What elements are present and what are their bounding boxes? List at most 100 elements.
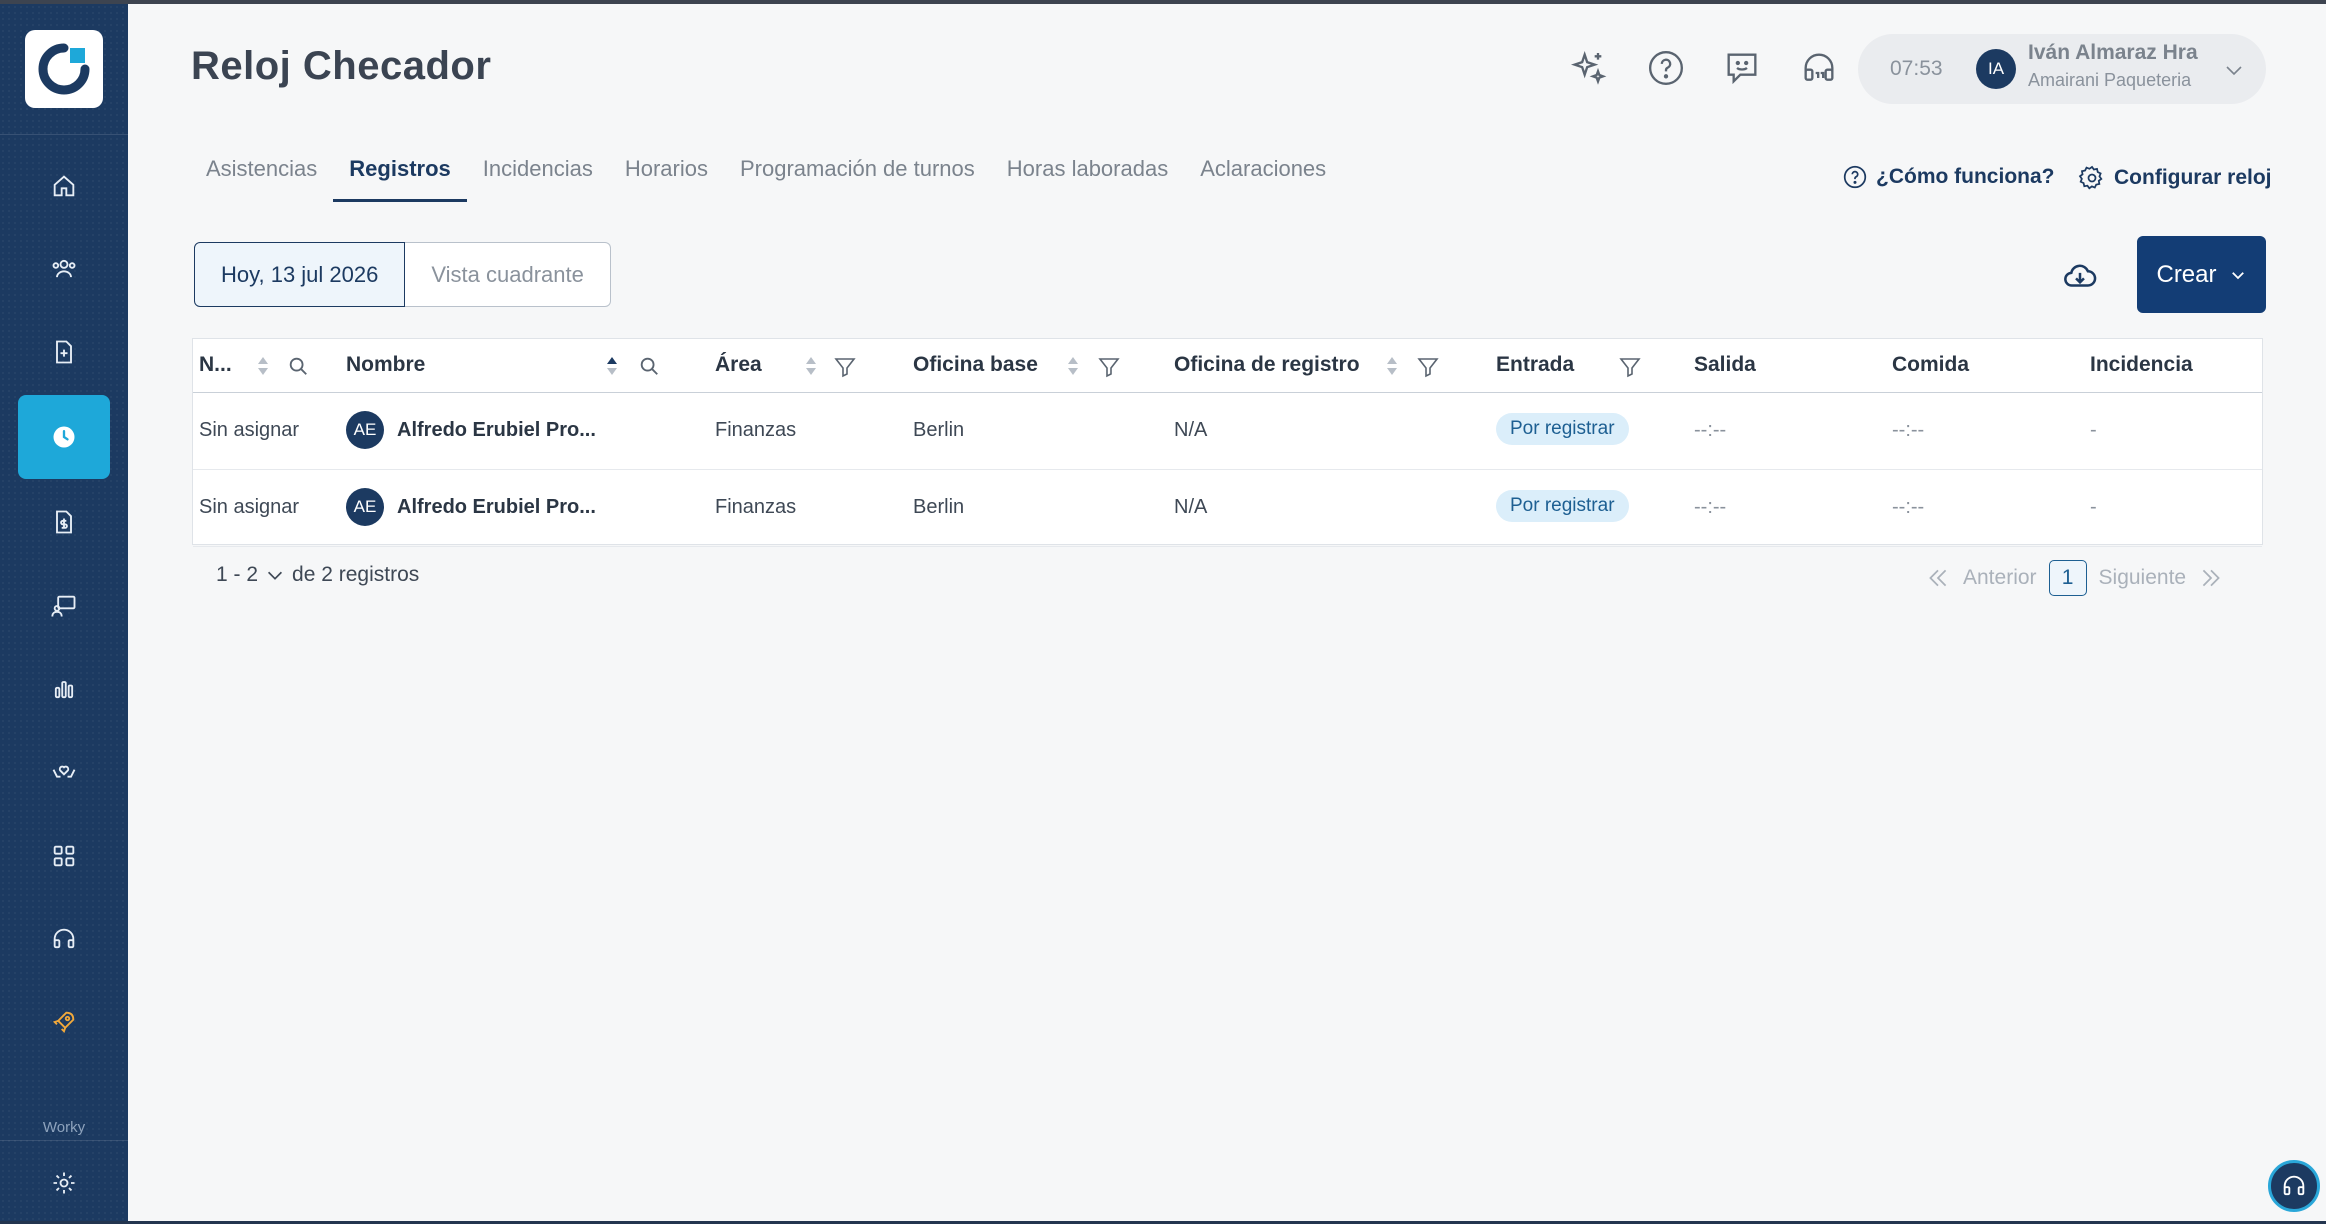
- column-header-meal: Comida: [1892, 353, 1969, 377]
- cell-meal: --:--: [1892, 419, 1925, 441]
- sidebar-item-clock[interactable]: [18, 395, 110, 479]
- chevron-down-icon: [2226, 66, 2242, 76]
- employee-avatar: AE: [346, 411, 384, 449]
- training-icon: [51, 595, 76, 617]
- ai-assistant-button[interactable]: [1564, 44, 1612, 92]
- sidebar-item-benefits[interactable]: [18, 730, 110, 814]
- tab-aclaraciones[interactable]: Aclaraciones: [1184, 152, 1342, 202]
- user-name: Iván Almaraz Hra: [2028, 41, 2198, 64]
- view-toggle: Hoy, 13 jul 2026 Vista cuadrante: [194, 242, 611, 307]
- configure-clock-label: Configurar reloj: [2114, 166, 2272, 189]
- sidebar-item-documents[interactable]: [18, 310, 110, 394]
- column-header-registry-office: Oficina de registro: [1174, 353, 1439, 378]
- support-chat-button[interactable]: [2268, 1160, 2320, 1212]
- cell-name[interactable]: Alfredo Erubiel Pro...: [397, 496, 596, 519]
- page-number-button[interactable]: 1: [2048, 560, 2087, 596]
- window-top-border: [0, 0, 2326, 4]
- column-header-name: Nombre: [346, 353, 658, 377]
- filter-icon[interactable]: [833, 355, 857, 379]
- search-icon[interactable]: [287, 355, 309, 377]
- filter-icon[interactable]: [1618, 355, 1642, 379]
- tab-programacion-turnos[interactable]: Programación de turnos: [724, 152, 991, 202]
- page-title: Reloj Checador: [191, 44, 492, 88]
- sidebar-item-apps[interactable]: [18, 814, 110, 898]
- apps-grid-icon: [53, 845, 75, 867]
- column-label: Oficina base: [913, 353, 1038, 376]
- double-chevron-right-icon[interactable]: [2198, 565, 2224, 591]
- payroll-document-icon: [56, 510, 72, 534]
- chevron-down-icon[interactable]: [264, 564, 286, 586]
- records-table: N... Nombre Área Oficina base Oficina de…: [192, 338, 2263, 547]
- double-chevron-left-icon[interactable]: [1925, 565, 1951, 591]
- table-row[interactable]: Sin asignar AE Alfredo Erubiel Pro... Fi…: [193, 470, 2262, 547]
- home-icon: [53, 175, 75, 197]
- sidebar-item-launch[interactable]: [18, 980, 110, 1064]
- today-date-button[interactable]: Hoy, 13 jul 2026: [194, 242, 406, 307]
- help-button[interactable]: [1642, 44, 1690, 92]
- column-label: Oficina de registro: [1174, 353, 1360, 376]
- download-button[interactable]: [2058, 254, 2102, 298]
- headset-icon: [2283, 1175, 2305, 1196]
- user-company: Amairani Paqueteria: [2028, 70, 2192, 90]
- cell-name[interactable]: Alfredo Erubiel Pro...: [397, 419, 596, 442]
- employee-avatar: AE: [346, 488, 384, 526]
- page-range[interactable]: 1 - 2: [216, 563, 258, 587]
- tab-asistencias[interactable]: Asistencias: [190, 152, 333, 202]
- filter-icon[interactable]: [1416, 355, 1440, 379]
- cell-area: Finanzas: [715, 419, 797, 441]
- how-it-works-label: ¿Cómo funciona?: [1876, 165, 2055, 188]
- sort-icon[interactable]: [803, 355, 819, 377]
- grid-view-button[interactable]: Vista cuadrante: [405, 242, 611, 307]
- hands-heart-icon: [52, 765, 76, 778]
- sidebar-item-support[interactable]: [18, 897, 110, 981]
- filter-icon[interactable]: [1097, 355, 1121, 379]
- cell-exit: --:--: [1694, 496, 1727, 518]
- column-header-area: Área: [715, 353, 856, 378]
- support-headset-icon: [1804, 53, 1834, 81]
- sidebar-item-reports[interactable]: [18, 647, 110, 731]
- search-icon[interactable]: [638, 355, 660, 377]
- document-plus-icon: [56, 340, 72, 364]
- rocket-icon: [52, 1011, 75, 1034]
- help-circle-icon: [1843, 165, 1867, 189]
- cell-exit: --:--: [1694, 419, 1727, 441]
- sparkles-icon: [1570, 50, 1607, 85]
- sidebar-item-home[interactable]: [18, 144, 110, 228]
- sidebar-item-payroll[interactable]: [18, 480, 110, 564]
- cell-area: Finanzas: [715, 496, 797, 518]
- sort-icon[interactable]: [255, 355, 271, 377]
- sort-icon[interactable]: [1384, 355, 1400, 377]
- support-button[interactable]: [1795, 44, 1843, 92]
- sidebar-item-people[interactable]: [18, 227, 110, 311]
- brand-label: Worky: [42, 1119, 86, 1136]
- bar-chart-icon: [54, 681, 74, 699]
- feedback-chat-icon: [1727, 53, 1757, 85]
- next-page-button[interactable]: Siguiente: [2099, 566, 2187, 590]
- user-avatar: IA: [1976, 49, 2016, 89]
- cell-number: Sin asignar: [199, 496, 300, 518]
- gear-icon: [53, 1172, 75, 1194]
- previous-page-button[interactable]: Anterior: [1963, 566, 2037, 590]
- table-row[interactable]: Sin asignar AE Alfredo Erubiel Pro... Fi…: [193, 393, 2262, 470]
- configure-clock-link[interactable]: Configurar reloj: [2078, 164, 2272, 192]
- sidebar-item-training[interactable]: [18, 564, 110, 648]
- sort-icon[interactable]: [1065, 355, 1081, 377]
- logo-icon: [38, 43, 90, 95]
- column-header-entry: Entrada: [1496, 353, 1641, 378]
- cell-incident: -: [2090, 496, 2097, 518]
- cloud-download-icon: [2064, 264, 2097, 287]
- cell-meal: --:--: [1892, 496, 1925, 518]
- tab-incidencias[interactable]: Incidencias: [467, 152, 609, 202]
- app-logo[interactable]: [25, 30, 103, 108]
- column-label: Incidencia: [2090, 353, 2193, 376]
- tab-registros[interactable]: Registros: [333, 152, 468, 202]
- sidebar-item-settings[interactable]: [18, 1141, 110, 1224]
- create-button[interactable]: Crear: [2137, 236, 2266, 313]
- user-menu[interactable]: 07:53 IA Iván Almaraz Hra Amairani Paque…: [1858, 34, 2266, 104]
- sort-icon[interactable]: [604, 355, 620, 377]
- tab-horas-laboradas[interactable]: Horas laboradas: [991, 152, 1184, 202]
- feedback-button[interactable]: [1718, 44, 1766, 92]
- how-it-works-link[interactable]: ¿Cómo funciona?: [1842, 164, 2054, 190]
- cell-incident: -: [2090, 419, 2097, 441]
- tab-horarios[interactable]: Horarios: [609, 152, 724, 202]
